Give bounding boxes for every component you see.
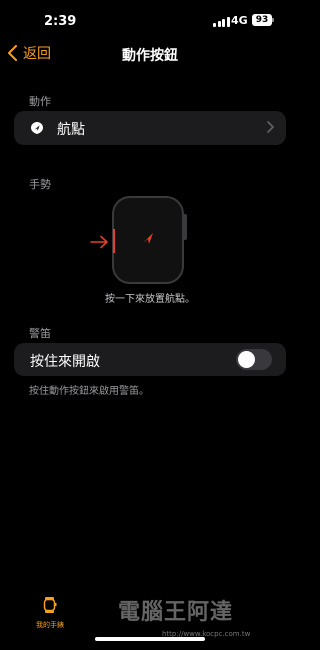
chevron-right-icon bbox=[267, 121, 274, 133]
status-time: 2:39 bbox=[44, 14, 77, 29]
watch-illustration bbox=[112, 196, 184, 284]
siren-toggle[interactable] bbox=[236, 349, 272, 370]
arrow-right-icon bbox=[90, 235, 108, 249]
tab-my-watch[interactable]: 我的手錶 bbox=[30, 596, 70, 630]
section-label-action: 動作 bbox=[29, 95, 51, 108]
action-button-highlight bbox=[113, 229, 115, 253]
section-label-siren: 警笛 bbox=[29, 327, 51, 340]
siren-row: 按住來開啟 bbox=[14, 343, 286, 376]
gesture-hint: 按一下來放置航點。 bbox=[105, 294, 195, 305]
page-title: 動作按鈕 bbox=[122, 48, 178, 64]
watermark-logo: 電腦王阿達 bbox=[118, 600, 234, 625]
network-type: 4G bbox=[231, 14, 248, 27]
watch-crown bbox=[183, 214, 187, 240]
siren-footnote: 按住動作按鈕來啟用警笛。 bbox=[29, 386, 149, 397]
section-label-gesture: 手勢 bbox=[29, 178, 51, 191]
waypoint-icon bbox=[31, 122, 43, 134]
tab-label-my-watch: 我的手錶 bbox=[36, 621, 64, 629]
siren-toggle-label: 按住來開啟 bbox=[30, 354, 100, 370]
signal-icon bbox=[213, 17, 230, 27]
toggle-knob bbox=[238, 351, 255, 368]
battery-tip bbox=[272, 18, 274, 22]
home-indicator bbox=[95, 637, 205, 641]
action-item-label: 航點 bbox=[57, 122, 85, 138]
action-row[interactable]: 航點 bbox=[14, 111, 286, 145]
watch-icon bbox=[43, 597, 57, 613]
battery-level: 93 bbox=[255, 15, 269, 25]
waypoint-arrow-icon bbox=[143, 233, 153, 244]
battery-icon: 93 bbox=[252, 14, 272, 26]
